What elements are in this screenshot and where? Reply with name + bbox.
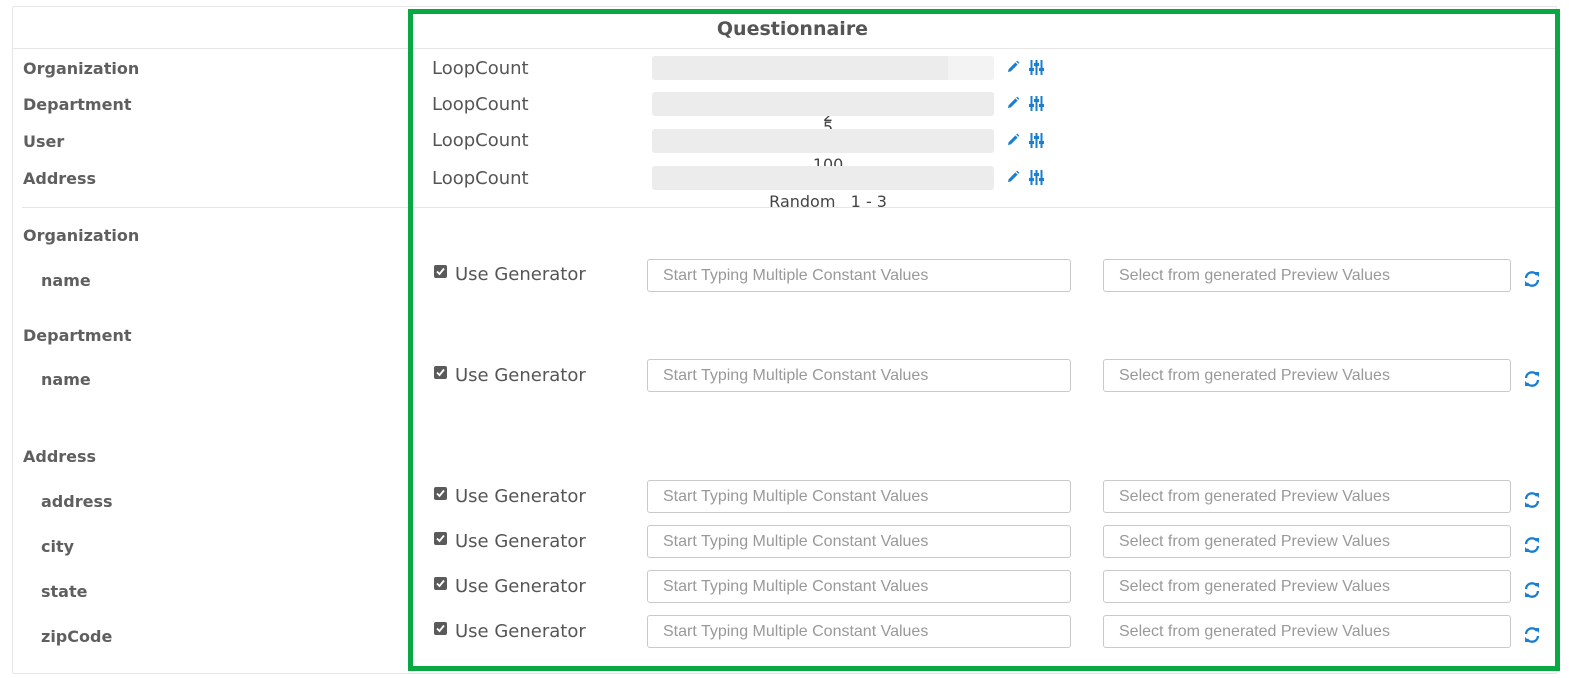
preview-values-select[interactable] — [1103, 570, 1511, 603]
constant-values-input[interactable] — [647, 359, 1071, 392]
loop-entity-label: Organization — [23, 59, 140, 78]
sliders-icon[interactable] — [1029, 96, 1045, 112]
use-generator-checkbox[interactable]: Use Generator — [434, 365, 586, 386]
use-generator-checkbox[interactable]: Use Generator — [434, 621, 586, 642]
refresh-icon[interactable] — [1523, 581, 1541, 599]
constant-values-input[interactable] — [647, 615, 1071, 648]
constant-values-input[interactable] — [647, 259, 1071, 292]
loop-entity-label: User — [23, 132, 65, 151]
loop-entity-label: Department — [23, 95, 132, 114]
use-generator-label: Use Generator — [455, 264, 586, 285]
preview-values-select[interactable] — [1103, 615, 1511, 648]
field-label: name — [41, 271, 91, 290]
pencil-icon[interactable] — [1006, 170, 1022, 186]
page-title: Questionnaire — [716, 18, 869, 40]
refresh-icon[interactable] — [1523, 491, 1541, 509]
checkbox-checked-icon[interactable] — [434, 622, 447, 635]
constant-values-input[interactable] — [647, 480, 1071, 513]
refresh-icon[interactable] — [1523, 370, 1541, 388]
sliders-icon[interactable] — [1029, 60, 1045, 76]
loopcount-slider[interactable]: 2 — [652, 56, 994, 125]
field-label: address — [41, 492, 113, 511]
title-divider — [12, 48, 1557, 49]
use-generator-label: Use Generator — [455, 365, 586, 386]
checkbox-checked-icon[interactable] — [434, 532, 447, 545]
loopcount-slider[interactable]: 5 — [652, 92, 994, 137]
preview-values-select[interactable] — [1103, 259, 1511, 292]
loopcount-value: Random 1 - 3 — [769, 192, 887, 211]
use-generator-label: Use Generator — [455, 621, 586, 642]
use-generator-label: Use Generator — [455, 486, 586, 507]
slider-handle[interactable] — [948, 56, 994, 80]
refresh-icon[interactable] — [1523, 536, 1541, 554]
preview-values-select[interactable] — [1103, 480, 1511, 513]
group-title-organization: Organization — [23, 226, 140, 245]
loopcount-label: LoopCount — [432, 168, 529, 189]
refresh-icon[interactable] — [1523, 626, 1541, 644]
preview-values-select[interactable] — [1103, 525, 1511, 558]
field-label: zipCode — [41, 627, 113, 646]
use-generator-checkbox[interactable]: Use Generator — [434, 576, 586, 597]
use-generator-label: Use Generator — [455, 576, 586, 597]
pencil-icon[interactable] — [1006, 60, 1022, 76]
group-title-department: Department — [23, 326, 132, 345]
loopcount-label: LoopCount — [432, 94, 529, 115]
loopcount-slider[interactable]: 100 — [652, 129, 994, 174]
sliders-icon[interactable] — [1029, 170, 1045, 186]
checkbox-checked-icon[interactable] — [434, 487, 447, 500]
use-generator-label: Use Generator — [455, 531, 586, 552]
preview-values-select[interactable] — [1103, 359, 1511, 392]
constant-values-input[interactable] — [647, 570, 1071, 603]
loop-entity-label: Address — [23, 169, 97, 188]
field-label: state — [41, 582, 88, 601]
checkbox-checked-icon[interactable] — [434, 265, 447, 278]
pencil-icon[interactable] — [1006, 133, 1022, 149]
checkbox-checked-icon[interactable] — [434, 366, 447, 379]
constant-values-input[interactable] — [647, 525, 1071, 558]
pencil-icon[interactable] — [1006, 96, 1022, 112]
use-generator-checkbox[interactable]: Use Generator — [434, 486, 586, 507]
refresh-icon[interactable] — [1523, 270, 1541, 288]
use-generator-checkbox[interactable]: Use Generator — [434, 531, 586, 552]
loopcount-slider[interactable]: Random 1 - 3 — [652, 166, 994, 211]
loopcount-label: LoopCount — [432, 58, 529, 79]
loopcount-label: LoopCount — [432, 130, 529, 151]
field-label: name — [41, 370, 91, 389]
checkbox-checked-icon[interactable] — [434, 577, 447, 590]
group-title-address: Address — [23, 447, 97, 466]
sliders-icon[interactable] — [1029, 133, 1045, 149]
use-generator-checkbox[interactable]: Use Generator — [434, 264, 586, 285]
field-label: city — [41, 537, 75, 556]
